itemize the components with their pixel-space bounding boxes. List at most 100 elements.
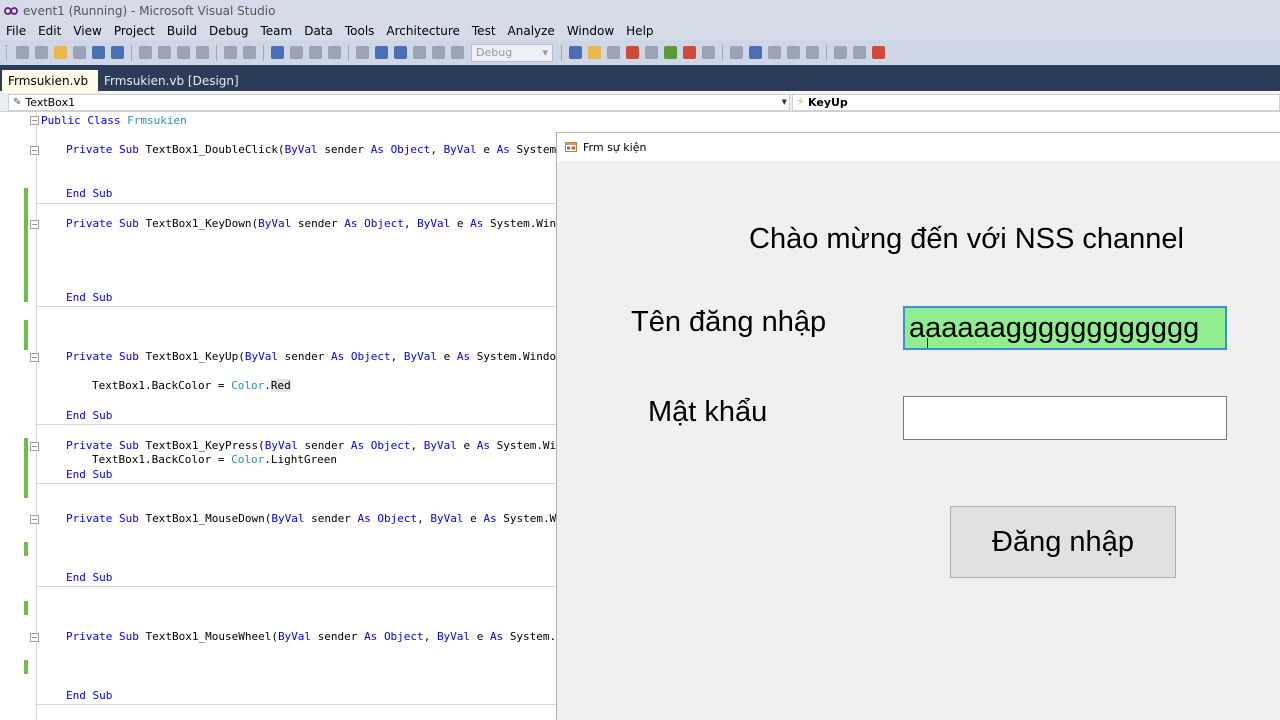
step-into-icon[interactable] [413,46,426,59]
menu-analyze[interactable]: Analyze [502,24,561,38]
code-line: End Sub [66,689,113,702]
collapse-icon[interactable]: − [30,220,39,229]
object-dropdown[interactable]: ✎ TextBox1 ▼ [8,94,790,111]
bookmark-icon[interactable] [749,46,762,59]
cut-icon[interactable] [139,46,152,59]
code-navigation-bar: ✎ TextBox1 ▼ ⚡ KeyUp [0,93,1280,112]
menu-debug[interactable]: Debug [203,24,254,38]
method-separator [37,424,557,425]
save-all-icon[interactable] [111,46,124,59]
find-in-files-icon[interactable] [569,46,582,59]
code-line: End Sub [66,468,113,481]
add-remove-buttons-icon[interactable] [872,46,885,59]
visual-studio-window: event1 (Running) - Microsoft Visual Stud… [0,0,1280,720]
code-line: End Sub [66,409,113,422]
login-button[interactable]: Đăng nhập [950,506,1176,578]
uncomment-icon[interactable] [243,46,256,59]
step-out-icon[interactable] [451,46,464,59]
prev-bookmark-icon[interactable] [768,46,781,59]
running-form-window: Frm sự kiện Chào mừng đến với NSS channe… [556,132,1280,720]
event-lightning-icon: ⚡ [797,97,805,108]
method-separator [37,203,557,204]
toolbar-separator [263,44,264,61]
form-window-icon [565,142,577,152]
tab-frmsukien-design[interactable]: Frmsukien.vb [Design] [98,70,245,91]
code-line: Private Sub TextBox1_DoubleClick(ByVal s… [66,143,570,156]
menu-build[interactable]: Build [161,24,203,38]
method-separator [37,483,557,484]
next-bookmark-icon[interactable] [787,46,800,59]
menu-file[interactable]: File [0,24,32,38]
find-icon[interactable] [196,46,209,59]
show-next-statement-icon[interactable] [730,46,743,59]
open-file-icon[interactable] [54,46,67,59]
paste-icon[interactable] [177,46,190,59]
code-line: Private Sub TextBox1_KeyPress(ByVal send… [66,439,570,452]
new-project-icon[interactable] [16,46,29,59]
zoom-icon[interactable] [834,46,847,59]
menu-view[interactable]: View [67,24,107,38]
text-cursor [927,338,928,348]
start-page-icon[interactable] [702,46,715,59]
add-existing-icon[interactable] [73,46,86,59]
comment-icon[interactable] [224,46,237,59]
save-icon[interactable] [92,46,105,59]
stop-debugging-icon[interactable] [394,46,407,59]
toolbar-grip[interactable] [6,44,9,61]
password-textbox[interactable] [903,396,1227,440]
collapse-icon[interactable]: − [30,353,39,362]
collapse-icon[interactable]: − [30,633,39,642]
code-line: End Sub [66,291,113,304]
tab-frmsukien-vb[interactable]: Frmsukien.vb × [2,70,106,91]
break-all-icon[interactable] [375,46,388,59]
toolbox-icon[interactable] [645,46,658,59]
properties-icon[interactable] [607,46,620,59]
menu-edit[interactable]: Edit [32,24,67,38]
event-dropdown[interactable]: ⚡ KeyUp [792,94,1280,111]
clear-bookmarks-icon[interactable] [806,46,819,59]
collapse-icon[interactable]: − [30,116,39,125]
menu-tools[interactable]: Tools [339,24,381,38]
class-view-icon[interactable] [664,46,677,59]
form-title-bar[interactable]: Frm sự kiện [557,133,1280,161]
menu-project[interactable]: Project [108,24,161,38]
navigate-forward-icon[interactable] [328,46,341,59]
code-line: Public Class Frmsukien [41,114,187,127]
toolbar-separator [131,44,132,61]
collapse-icon[interactable]: − [30,515,39,524]
changed-lines-marker [24,438,28,498]
code-line: Private Sub TextBox1_KeyDown(ByVal sende… [66,217,570,230]
collapse-icon[interactable]: − [30,146,39,155]
username-label: Tên đăng nhập [631,306,827,338]
solution-configuration-select[interactable]: Debug ▾ [471,43,553,62]
undo-icon[interactable] [271,46,284,59]
changed-lines-marker [24,660,28,674]
visual-studio-logo-icon [4,6,18,15]
step-over-icon[interactable] [432,46,445,59]
toolbar-separator [722,44,723,61]
menu-architecture[interactable]: Architecture [380,24,465,38]
redo-icon[interactable] [290,46,303,59]
solution-explorer-icon[interactable] [588,46,601,59]
menu-window[interactable]: Window [561,24,620,38]
changed-lines-marker [24,320,28,350]
chevron-down-icon: ▾ [542,46,548,59]
event-dropdown-value: KeyUp [808,96,848,109]
extensions-icon[interactable] [853,46,866,59]
toolbar-separator [348,44,349,61]
navigate-back-icon[interactable] [309,46,322,59]
menu-data[interactable]: Data [298,24,339,38]
menu-help[interactable]: Help [620,24,659,38]
menu-team[interactable]: Team [254,24,298,38]
window-title: event1 (Running) - Microsoft Visual Stud… [23,3,276,18]
menu-test[interactable]: Test [466,24,502,38]
username-textbox[interactable]: aaaaaagggggggggggg [903,306,1227,350]
password-label: Mật khẩu [648,396,768,428]
copy-icon[interactable] [158,46,171,59]
add-item-icon[interactable] [35,46,48,59]
object-browser-icon[interactable] [626,46,639,59]
start-debugging-icon[interactable] [356,46,369,59]
server-explorer-icon[interactable] [683,46,696,59]
collapse-icon[interactable]: − [30,442,39,451]
menu-bar: File Edit View Project Build Debug Team … [0,21,1280,40]
